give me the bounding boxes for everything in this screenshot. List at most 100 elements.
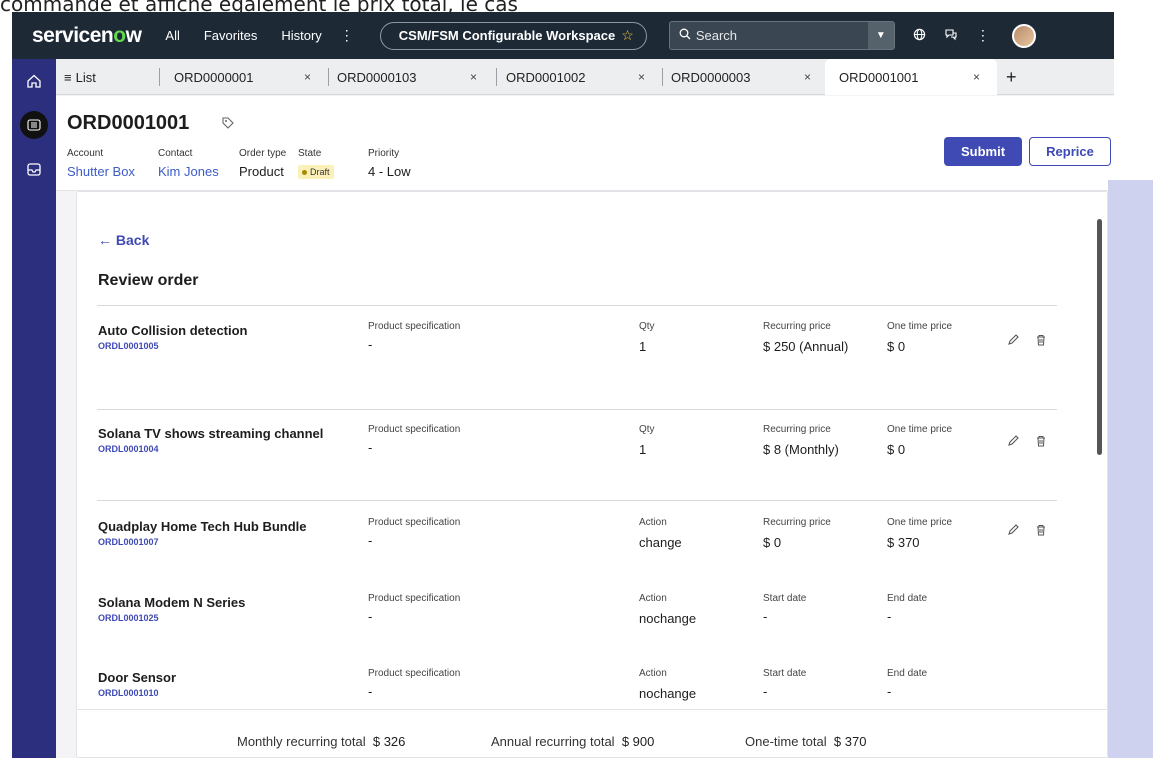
home-icon[interactable] [20,67,48,95]
tag-icon[interactable] [221,116,235,130]
end-date-label: End date [887,668,928,679]
recurring-price-label: Recurring price [763,517,831,528]
back-link[interactable]: ← Back [98,232,149,248]
tab-separator [662,68,663,86]
tab-list-label: List [75,69,96,85]
action-label: Action [639,517,667,528]
product-name: Quadplay Home Tech Hub Bundle [98,519,307,534]
action-value: change [639,535,682,550]
inbox-icon[interactable] [20,155,48,183]
one-time-price-label: One time price [887,517,953,528]
account-label: Account [67,148,104,159]
trash-icon[interactable] [1034,333,1048,347]
tab-separator [159,68,160,86]
close-icon[interactable]: × [804,70,811,84]
status-badge: Draft [298,165,334,179]
close-icon[interactable]: × [470,70,477,84]
edit-icon[interactable] [1006,434,1020,448]
product-name: Solana Modem N Series [98,595,246,610]
contact-link[interactable]: Kim Jones [158,164,219,179]
search-icon [674,28,696,43]
search-scope-dropdown[interactable]: ▼ [867,22,894,49]
annual-total: Annual recurring total $ 900 [491,734,655,749]
more-options-icon[interactable]: ⋮ [976,27,990,44]
tab-separator [496,68,497,86]
nav-more-icon[interactable]: ⋮ [340,27,354,44]
tab-ord0001002[interactable]: ORD0001002 × [506,59,656,95]
qty-value: 1 [639,339,647,354]
tab-ord0000103[interactable]: ORD0000103 × [337,59,487,95]
edit-icon[interactable] [1006,523,1020,537]
totals-bar: Monthly recurring total $ 326 Annual rec… [77,709,1107,757]
close-icon[interactable]: × [973,70,980,84]
end-date-value: - [887,609,892,624]
tab-ord0001001[interactable]: ORD0001001 × [825,59,997,95]
spec-label: Product specification [368,517,461,528]
tab-ord0000001[interactable]: ORD0000001 × [174,59,324,95]
start-date-value: - [763,684,768,699]
tab-label: ORD0000001 [174,69,254,85]
workspace-switcher[interactable]: CSM/FSM Configurable Workspace ☆ [379,21,647,50]
global-search[interactable]: Search ▼ [668,21,895,50]
spec-value: - [368,533,373,548]
state-label: State [298,148,322,159]
user-avatar[interactable] [1011,23,1036,48]
globe-icon[interactable] [913,28,926,44]
priority-label: Priority [368,148,400,159]
reprice-button[interactable]: Reprice [1029,137,1111,166]
product-name: Solana TV shows streaming channel [98,426,324,441]
one-time-price-label: One time price [887,321,953,332]
recurring-price-value: $ 250 (Annual) [763,339,849,354]
edit-icon[interactable] [1006,333,1020,347]
spec-label: Product specification [368,668,461,679]
list-icon[interactable] [20,111,48,139]
product-name: Door Sensor [98,670,177,685]
recurring-price-value: $ 8 (Monthly) [763,442,839,457]
one-time-price-value: $ 0 [887,339,906,354]
action-label: Action [639,593,667,604]
scrollbar[interactable] [1097,219,1102,455]
close-icon[interactable]: × [638,70,645,84]
divider [97,305,1057,306]
tab-list[interactable]: ≡ List [64,59,154,95]
section-title: Review order [98,272,199,289]
record-tab-strip: ≡ List ORD0000001 × ORD0000103 × ORD0001… [56,59,1114,95]
submit-button[interactable]: Submit [944,137,1022,166]
trash-icon[interactable] [1034,523,1048,537]
start-date-value: - [763,609,768,624]
start-date-label: Start date [763,593,807,604]
spec-label: Product specification [368,424,461,435]
spec-label: Product specification [368,321,461,332]
order-type-value: Product [239,164,284,179]
tab-label: ORD0000103 [337,69,417,85]
recurring-price-value: $ 0 [763,535,782,550]
tab-separator [328,68,329,86]
add-tab-button[interactable]: + [1006,59,1026,95]
top-navigation-bar: servicenow All Favorites History ⋮ CSM/F… [12,12,1114,59]
chat-icon[interactable] [944,28,958,44]
close-icon[interactable]: × [304,70,311,84]
line-item-link[interactable]: ORDL0001007 [98,537,159,547]
nav-favorites[interactable]: Favorites [204,28,257,43]
nav-history[interactable]: History [281,28,321,43]
servicenow-logo[interactable]: servicenow [32,24,142,48]
account-link[interactable]: Shutter Box [67,164,135,179]
line-item-link[interactable]: ORDL0001010 [98,688,159,698]
line-item-row: Auto Collision detection ORDL0001005 Pro… [77,319,1077,399]
spec-value: - [368,609,373,624]
qty-value: 1 [639,442,647,457]
recurring-price-label: Recurring price [763,424,831,435]
star-icon[interactable]: ☆ [621,27,634,44]
divider [97,409,1057,410]
left-rail [12,59,56,758]
action-value: nochange [639,611,697,626]
tab-ord0000003[interactable]: ORD0000003 × [671,59,821,95]
line-item-link[interactable]: ORDL0001005 [98,341,159,351]
trash-icon[interactable] [1034,434,1048,448]
line-item-link[interactable]: ORDL0001025 [98,613,159,623]
spec-value: - [368,337,373,352]
tab-label: ORD0001002 [506,69,586,85]
line-item-link[interactable]: ORDL0001004 [98,444,159,454]
nav-all[interactable]: All [165,28,179,43]
order-type-label: Order type [239,148,287,159]
